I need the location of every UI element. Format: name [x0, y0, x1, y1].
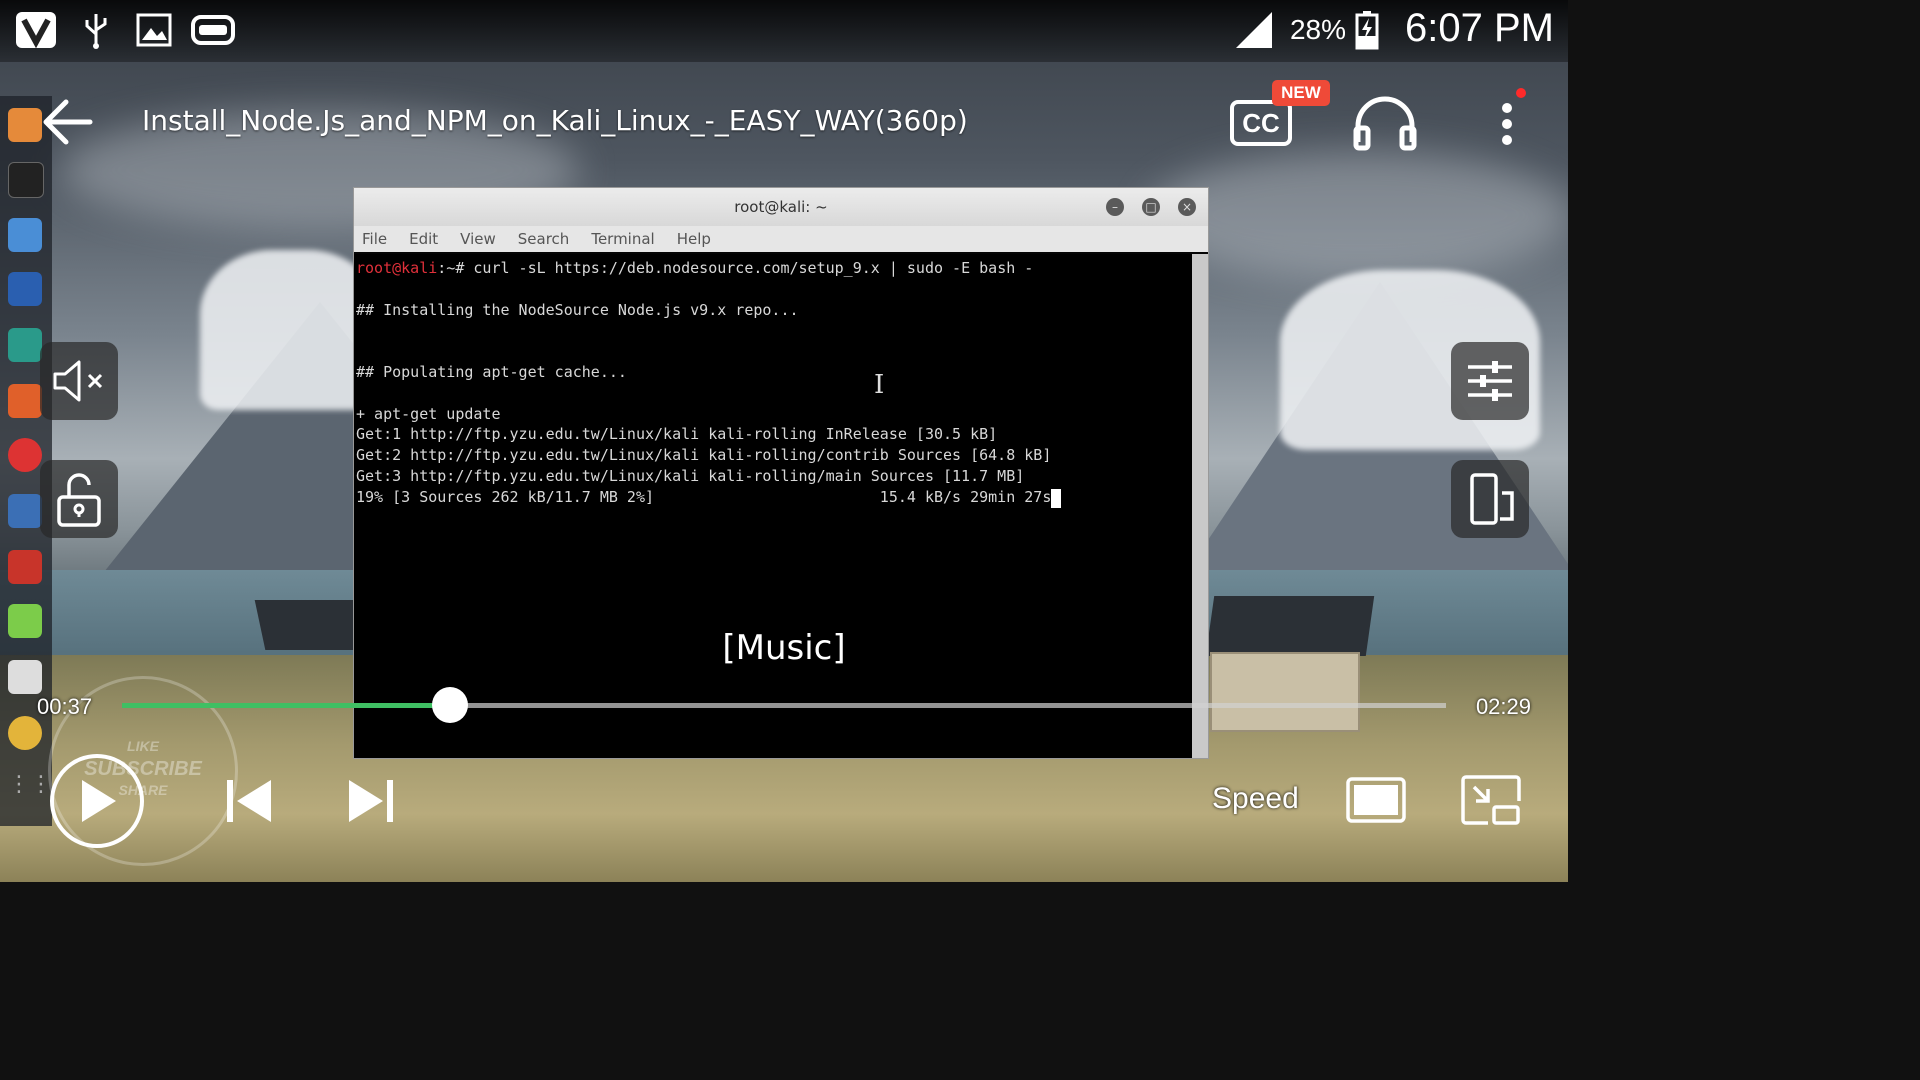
terminal-cursor [1051, 488, 1062, 508]
equalizer-button[interactable] [1451, 342, 1529, 420]
terminal-menu-view: View [460, 230, 496, 248]
terminal-menu-edit: Edit [409, 230, 439, 248]
terminal-title: root@kali: ~ [734, 198, 828, 216]
battery-charging-icon [1354, 10, 1380, 50]
terminal-prompt-user: root@kali [356, 259, 438, 277]
dock-app-icon [8, 438, 42, 472]
seek-bar[interactable] [122, 687, 1446, 723]
skip-previous-icon [227, 780, 271, 822]
unlock-icon [57, 473, 101, 527]
play-button[interactable] [50, 754, 144, 848]
dock-app-icon [8, 272, 42, 306]
dock-chrome-icon [8, 716, 42, 750]
notification-dot [1516, 88, 1526, 98]
next-button[interactable] [342, 772, 402, 830]
terminal-titlebar: root@kali: ~ – □ × [354, 188, 1208, 227]
watermark-like: LIKE [127, 738, 159, 754]
maximize-icon: □ [1142, 198, 1160, 216]
terminal-scrollbar [1192, 254, 1208, 758]
terminal-output: root@kali:~# curl -sL https://deb.nodeso… [354, 254, 1192, 758]
terminal-line: 19% [3 Sources 262 kB/11.7 MB 2%] 15.4 k… [356, 487, 1052, 506]
terminal-menu-terminal: Terminal [591, 230, 655, 248]
picture-in-picture-icon [1461, 775, 1521, 825]
terminal-menubar: File Edit View Search Terminal Help [354, 226, 1208, 252]
terminal-line: + apt-get update [356, 404, 501, 423]
terminal-menu-help: Help [676, 230, 711, 248]
lock-screen-button[interactable] [40, 460, 118, 538]
terminal-line: :~# curl -sL https://deb.nodesource.com/… [437, 259, 1034, 277]
video-cloud [1150, 150, 1568, 280]
headphones-icon [1353, 96, 1417, 151]
v-app-icon [14, 10, 58, 50]
arrow-left-icon [43, 99, 93, 145]
back-button[interactable] [40, 92, 96, 152]
text-cursor-icon: I [874, 370, 885, 400]
play-icon [82, 780, 116, 822]
dock-grid-icon: ⋮⋮ [8, 772, 52, 797]
aspect-ratio-icon [1346, 777, 1406, 823]
battery-percent: 28% [1289, 14, 1346, 45]
dock-app-icon [8, 328, 42, 362]
dock-app-icon [8, 550, 42, 584]
mute-button[interactable] [40, 342, 118, 420]
popup-player-button[interactable] [1460, 772, 1522, 828]
terminal-line: ## Populating apt-get cache... [356, 362, 627, 381]
video-snow [200, 250, 380, 410]
volume-mute-icon [53, 360, 103, 402]
subtitle-text: [Music] [722, 628, 846, 668]
terminal-menu-file: File [362, 230, 388, 248]
seek-bar-progress [122, 703, 451, 708]
total-time: 02:29 [1475, 694, 1531, 719]
dock-app-icon [8, 384, 42, 418]
rotate-screen-button[interactable] [1451, 460, 1529, 538]
captions-button[interactable]: CC [1230, 100, 1292, 146]
screen-rotation-icon [1470, 473, 1514, 525]
terminal-window: root@kali: ~ – □ × File Edit View Search… [354, 188, 1208, 758]
aspect-ratio-button[interactable] [1344, 772, 1408, 828]
close-icon: × [1178, 198, 1196, 216]
terminal-menu-search: Search [517, 230, 570, 248]
sliders-icon [1468, 361, 1512, 401]
new-badge: NEW [1272, 80, 1330, 106]
more-options-button[interactable] [1490, 94, 1524, 154]
skip-next-icon [349, 780, 393, 822]
speed-button[interactable]: Speed [1212, 782, 1299, 816]
terminal-line: Get:1 http://ftp.yzu.edu.tw/Linux/kali k… [356, 425, 998, 444]
more-vertical-icon [1502, 103, 1512, 145]
terminal-line: Get:2 http://ftp.yzu.edu.tw/Linux/kali k… [356, 446, 1052, 465]
current-time: 00:37 [37, 694, 93, 719]
minimize-icon: – [1106, 198, 1124, 216]
video-title: Install_Node.Js_and_NPM_on_Kali_Linux_-_… [142, 104, 968, 137]
signal-icon [1232, 10, 1276, 50]
dock-terminal-icon [8, 162, 44, 198]
status-bar: 28% 6:07 PM [0, 0, 1568, 62]
dock-app-icon [8, 108, 42, 142]
usb-icon [78, 10, 114, 50]
clock: 6:07 PM [1405, 6, 1554, 50]
terminal-line: ## Installing the NodeSource Node.js v9.… [356, 300, 799, 319]
cast-icon [190, 10, 236, 50]
dock-app-icon [8, 494, 42, 528]
image-icon [134, 10, 174, 50]
dock-folder-icon [8, 218, 42, 252]
previous-button[interactable] [218, 772, 278, 830]
background-play-button[interactable] [1350, 94, 1420, 154]
terminal-line: Get:3 http://ftp.yzu.edu.tw/Linux/kali k… [356, 466, 1025, 485]
